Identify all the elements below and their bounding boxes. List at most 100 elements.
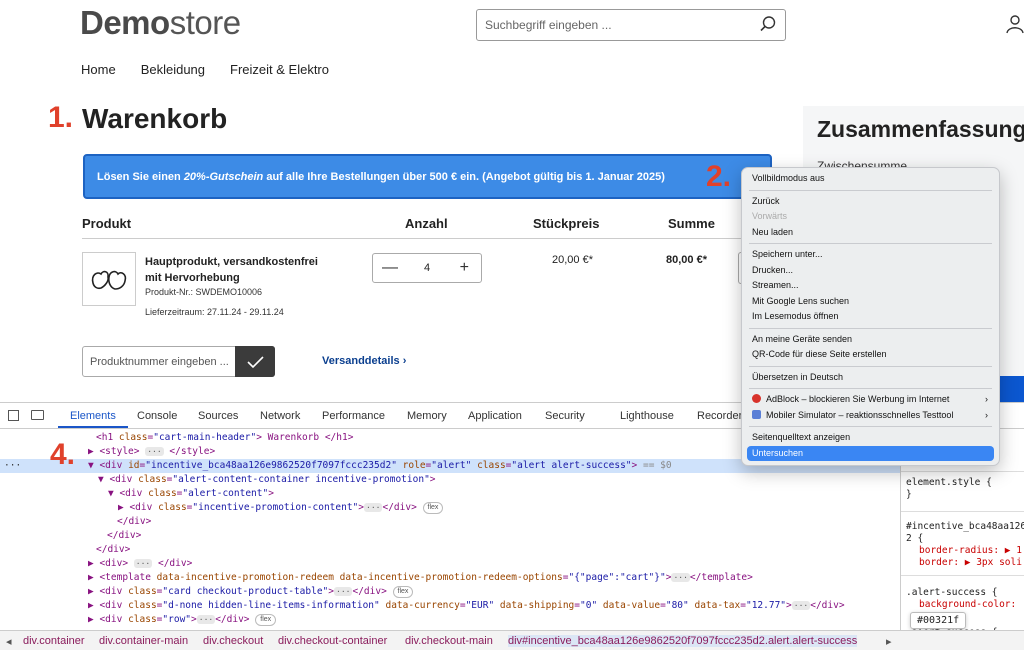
style-prop[interactable]: background-color: — [919, 599, 1016, 611]
plus-icon[interactable]: + — [460, 259, 469, 277]
style-rule-selector[interactable]: .alert-success { — [906, 587, 998, 599]
menu-item[interactable]: QR-Code für diese Seite erstellen — [747, 347, 994, 363]
device-toolbar-icon[interactable] — [31, 410, 44, 420]
main-navigation: Home Bekleidung Freizeit & Elektro — [81, 62, 329, 77]
menu-separator — [749, 243, 992, 244]
tab-performance[interactable]: Performance — [322, 410, 385, 422]
menu-item[interactable]: Seitenquelltext anzeigen — [747, 430, 994, 446]
dom-node[interactable]: </div> — [0, 529, 900, 543]
breadcrumb: ◂ div.container div.container-main div.c… — [0, 630, 1024, 650]
menu-item[interactable]: Mit Google Lens suchen — [747, 294, 994, 310]
tab-security[interactable]: Security — [545, 410, 585, 422]
shipping-details-link[interactable]: Versanddetails › — [322, 355, 406, 367]
menu-separator — [749, 388, 992, 389]
context-menu: Vollbildmodus aus Zurück Vorwärts Neu laden… — [741, 167, 1000, 466]
quantity-stepper[interactable]: — 4 + — [372, 253, 482, 283]
menu-separator — [749, 327, 992, 329]
col-total: Summe — [668, 216, 715, 231]
style-prop[interactable]: border: ▶ 3px soli — [919, 557, 1022, 569]
nav-bekleidung[interactable]: Bekleidung — [141, 62, 205, 77]
menu-item[interactable]: Mobiler Simulator – reaktionsschnelles T… — [747, 408, 994, 424]
dom-node[interactable]: ▶ <div class="incentive-promotion-conten… — [0, 501, 900, 515]
menu-item[interactable]: Im Lesemodus öffnen — [747, 309, 994, 325]
search-input[interactable]: Suchbegriff eingeben ... — [476, 9, 786, 41]
search-placeholder: Suchbegriff eingeben ... — [485, 18, 612, 32]
gloves-icon — [91, 270, 127, 290]
menu-item[interactable]: An meine Geräte senden — [747, 332, 994, 348]
tab-network[interactable]: Network — [260, 410, 300, 422]
nav-home[interactable]: Home — [81, 62, 116, 77]
menu-separator — [749, 426, 992, 427]
menu-separator — [749, 189, 992, 191]
dom-node[interactable]: ▶ <div> ··· </div> — [0, 557, 900, 571]
menu-item[interactable]: AdBlock – blockieren Sie Werbung im Inte… — [747, 392, 994, 408]
dom-node[interactable]: ▶ <div class="row"> ··· </div> flex — [0, 613, 900, 627]
dom-node[interactable]: ▶ <div class="card checkout-product-tabl… — [0, 585, 900, 599]
chevron-left-icon[interactable]: ◂ — [6, 635, 12, 648]
tab-elements[interactable]: Elements — [70, 410, 116, 422]
menu-item[interactable]: Untersuchen — [747, 445, 994, 461]
mobile-icon — [752, 409, 761, 419]
table-divider — [82, 238, 742, 239]
menu-item[interactable]: Vollbildmodus aus — [747, 171, 994, 187]
adblock-icon — [752, 394, 761, 403]
chevron-right-icon[interactable]: ▸ — [886, 635, 892, 648]
line-total: 80,00 €* — [666, 254, 707, 266]
menu-item[interactable]: Zurück — [747, 194, 994, 210]
breadcrumb-item[interactable]: div.checkout-main — [405, 635, 493, 647]
menu-item[interactable]: Speichern unter... — [747, 247, 994, 263]
dom-node[interactable]: ▼ <div class="alert-content-container in… — [0, 473, 900, 487]
style-rule-selector[interactable]: #incentive_bca48aa126 — [906, 521, 1024, 533]
tab-recorder[interactable]: Recorder — [697, 410, 742, 422]
menu-item[interactable]: Drucken... — [747, 263, 994, 279]
breadcrumb-item[interactable]: div.container — [23, 635, 85, 647]
dom-node[interactable]: ▶ <div class="d-none hidden-line-items-i… — [0, 599, 900, 613]
menu-item[interactable]: Streamen... — [747, 278, 994, 294]
tab-lighthouse[interactable]: Lighthouse — [620, 410, 674, 422]
logo[interactable]: Demostore — [80, 4, 241, 42]
product-image[interactable] — [82, 252, 136, 306]
unit-price: 20,00 €* — [552, 254, 593, 266]
element-style-rule[interactable]: element.style { — [906, 477, 992, 489]
delivery-time: Lieferzeitraum: 27.11.24 - 29.11.24 — [145, 307, 284, 317]
style-prop[interactable]: border-radius: ▶ 1 — [919, 545, 1022, 557]
summary-title: Zusammenfassung — [817, 116, 1024, 142]
dom-node[interactable]: </div> — [0, 543, 900, 557]
step-marker-1: 1. — [48, 101, 74, 134]
col-unit-price: Stückpreis — [533, 216, 600, 231]
breadcrumb-item[interactable]: div.container-main — [99, 635, 188, 647]
active-tab-indicator — [58, 426, 128, 428]
product-name[interactable]: Hauptprodukt, versandkostenfrei mit Herv… — [145, 254, 335, 286]
search-icon[interactable] — [759, 15, 777, 33]
product-number-input[interactable]: Produktnummer eingeben ... — [82, 346, 275, 377]
col-product: Produkt — [82, 216, 132, 231]
promotion-alert: Lösen Sie einen 20%-Gutschein auf alle I… — [83, 154, 772, 199]
breadcrumb-item[interactable]: div.checkout — [203, 635, 263, 647]
submenu-arrow-icon: › — [985, 394, 988, 404]
tab-console[interactable]: Console — [137, 410, 177, 422]
menu-item: Vorwärts — [752, 211, 788, 221]
tab-application[interactable]: Application — [468, 410, 522, 422]
step-marker-4: 4. — [50, 438, 76, 471]
tab-memory[interactable]: Memory — [407, 410, 447, 422]
tab-sources[interactable]: Sources — [198, 410, 238, 422]
breadcrumb-item-current[interactable]: div#incentive_bca48aa126e9862520f7097fcc… — [508, 635, 858, 647]
dom-node[interactable]: ▼ <div class="alert-content"> — [0, 487, 900, 501]
account-icon[interactable] — [1006, 14, 1024, 34]
breadcrumb-item[interactable]: div.checkout-container — [278, 635, 387, 647]
inspect-element-icon[interactable] — [8, 410, 19, 421]
chevron-right-icon: › — [402, 355, 407, 367]
menu-item[interactable]: Übersetzen in Deutsch — [747, 370, 994, 386]
menu-item[interactable]: Neu laden — [747, 225, 994, 241]
dom-node[interactable]: ▶ <template data-incentive-promotion-red… — [0, 571, 900, 585]
menu-separator — [749, 365, 992, 367]
step-marker-2: 2. — [706, 160, 732, 193]
add-product-button[interactable] — [235, 346, 275, 377]
checkmark-icon — [247, 356, 264, 369]
dom-node[interactable]: </div> — [0, 515, 900, 529]
color-tooltip: #00321f — [910, 612, 967, 629]
nav-freizeit-elektro[interactable]: Freizeit & Elektro — [230, 62, 329, 77]
browser-page: Demostore Suchbegriff eingeben ... Home … — [0, 0, 1024, 650]
col-quantity: Anzahl — [405, 216, 448, 231]
page-title: Warenkorb — [82, 103, 228, 134]
